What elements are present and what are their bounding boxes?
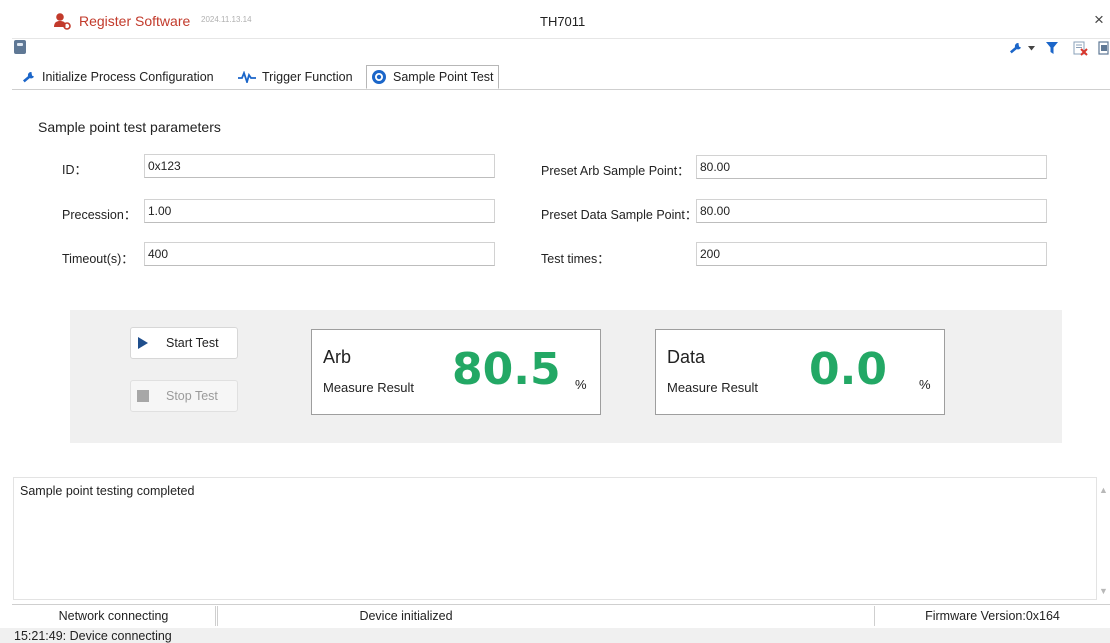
app-version: 2024.11.13.14 <box>201 15 252 24</box>
preset-data-input[interactable] <box>696 199 1047 223</box>
test-times-label: Test times： <box>541 252 610 266</box>
timeout-input[interactable] <box>144 242 495 266</box>
message-text: 15:21:49: Device connecting <box>14 629 172 643</box>
arb-result-card: Arb Measure Result 80.5 % <box>311 329 601 415</box>
app-name: Register Software <box>79 13 191 29</box>
stop-icon <box>137 390 149 402</box>
wrench-icon <box>22 71 36 84</box>
stop-test-label: Stop Test <box>166 389 218 403</box>
start-test-button[interactable]: Start Test <box>130 327 238 359</box>
tab-sample-point-test[interactable]: Sample Point Test <box>366 65 499 89</box>
timeout-label: Timeout(s)： <box>62 252 134 266</box>
wrench-icon[interactable] <box>1009 42 1023 55</box>
tab-initialize-process-configuration[interactable]: Initialize Process Configuration <box>22 66 214 88</box>
data-result-value: 0.0 <box>809 344 887 395</box>
arb-subtitle: Measure Result <box>323 380 415 395</box>
toolbar <box>12 38 1110 61</box>
tab-label: Sample Point Test <box>393 70 494 84</box>
start-test-label: Start Test <box>166 336 219 350</box>
tab-label: Trigger Function <box>262 70 353 84</box>
arb-result-unit: % <box>575 377 587 392</box>
preset-arb-input[interactable] <box>696 155 1047 179</box>
scroll-up-icon[interactable]: ▲ <box>1099 485 1108 495</box>
id-label: ID： <box>62 163 88 177</box>
arb-result-value: 80.5 <box>452 344 561 395</box>
data-result-unit: % <box>919 377 931 392</box>
preset-arb-label: Preset Arb Sample Point： <box>541 164 690 178</box>
play-icon <box>138 337 148 349</box>
app-logo-icon <box>54 13 71 30</box>
waveform-icon <box>238 71 256 83</box>
device-status: Device initialized <box>217 606 594 626</box>
filter-icon[interactable] <box>1045 41 1059 55</box>
target-icon <box>371 69 387 85</box>
tab-label: Initialize Process Configuration <box>42 70 214 84</box>
data-subtitle: Measure Result <box>667 380 759 395</box>
test-times-input[interactable] <box>696 242 1047 266</box>
preset-data-label: Preset Data Sample Point： <box>541 208 698 222</box>
stop-test-button[interactable]: Stop Test <box>130 380 238 412</box>
device-icon[interactable] <box>14 40 26 54</box>
arb-title: Arb <box>323 347 352 367</box>
id-input[interactable] <box>144 154 495 178</box>
network-status: Network connecting <box>12 606 216 626</box>
section-title: Sample point test parameters <box>38 119 221 135</box>
tab-trigger-function[interactable]: Trigger Function <box>238 66 353 88</box>
clear-icon[interactable] <box>1073 41 1088 56</box>
export-icon[interactable] <box>1098 41 1110 56</box>
data-title: Data <box>667 347 706 367</box>
close-button[interactable]: × <box>1094 10 1104 30</box>
data-result-card: Data Measure Result 0.0 % <box>655 329 945 415</box>
precession-label: Precession： <box>62 208 137 222</box>
scroll-down-icon[interactable]: ▼ <box>1099 586 1108 596</box>
precession-input[interactable] <box>144 199 495 223</box>
log-text: Sample point testing completed <box>20 484 195 498</box>
firmware-version: Firmware Version:0x164 <box>874 606 1110 626</box>
window-title: TH7011 <box>540 14 586 29</box>
dropdown-arrow-icon[interactable] <box>1028 46 1035 51</box>
